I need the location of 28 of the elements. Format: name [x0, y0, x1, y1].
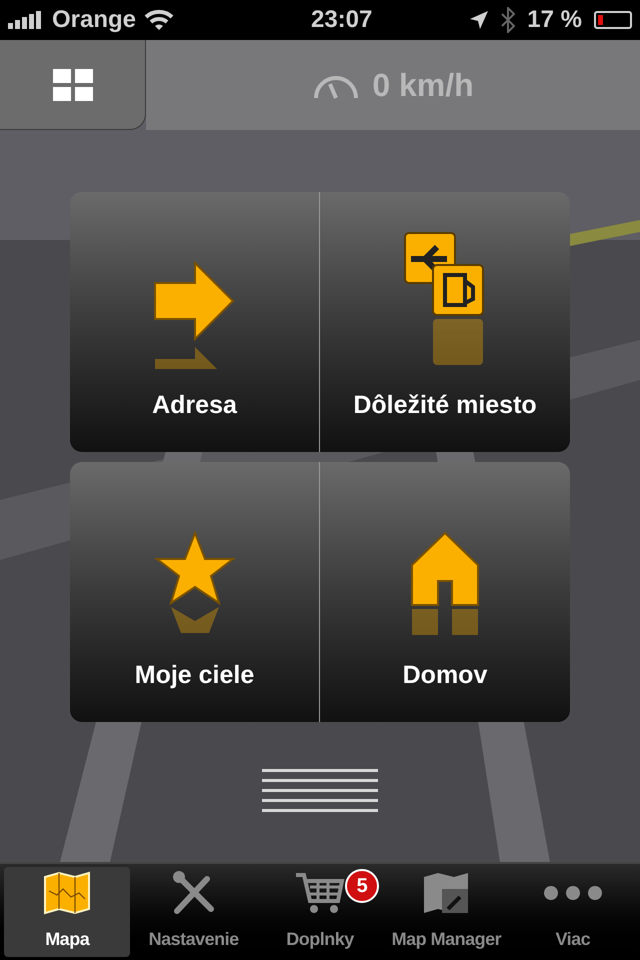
more-icon — [542, 884, 603, 900]
arrow-icon — [152, 260, 236, 370]
tab[interactable]: Map Manager — [383, 867, 510, 957]
menu-tile[interactable]: Moje ciele — [70, 462, 320, 722]
tab[interactable]: Nastavenie — [130, 867, 257, 957]
notification-badge: 5 — [345, 869, 380, 903]
battery-percent: 17 % — [527, 5, 582, 35]
clock-time: 23:07 — [310, 5, 372, 35]
map-wrench-icon — [422, 870, 470, 914]
battery-icon — [594, 11, 632, 29]
carrier-name: Orange — [52, 5, 136, 35]
grid-icon — [52, 68, 92, 100]
map-icon — [43, 870, 92, 914]
menu-grid-button[interactable] — [0, 40, 146, 130]
tools-icon — [170, 870, 217, 914]
signal-icon — [8, 11, 44, 29]
cart-icon — [294, 870, 346, 914]
drag-handle-icon[interactable] — [262, 769, 378, 815]
wifi-icon — [144, 9, 174, 31]
bluetooth-icon — [501, 7, 516, 33]
speed-text: 0 km/h — [372, 66, 474, 105]
tab[interactable]: Doplnky 5 — [256, 867, 384, 957]
menu-tile[interactable]: Adresa — [70, 192, 320, 452]
menu-tile[interactable]: Dôležité miesto — [320, 192, 570, 452]
tab[interactable]: Mapa — [4, 867, 130, 957]
location-arrow-icon — [469, 10, 490, 30]
tab[interactable]: Viac — [510, 867, 636, 957]
menu-tile[interactable]: Domov — [320, 462, 570, 722]
